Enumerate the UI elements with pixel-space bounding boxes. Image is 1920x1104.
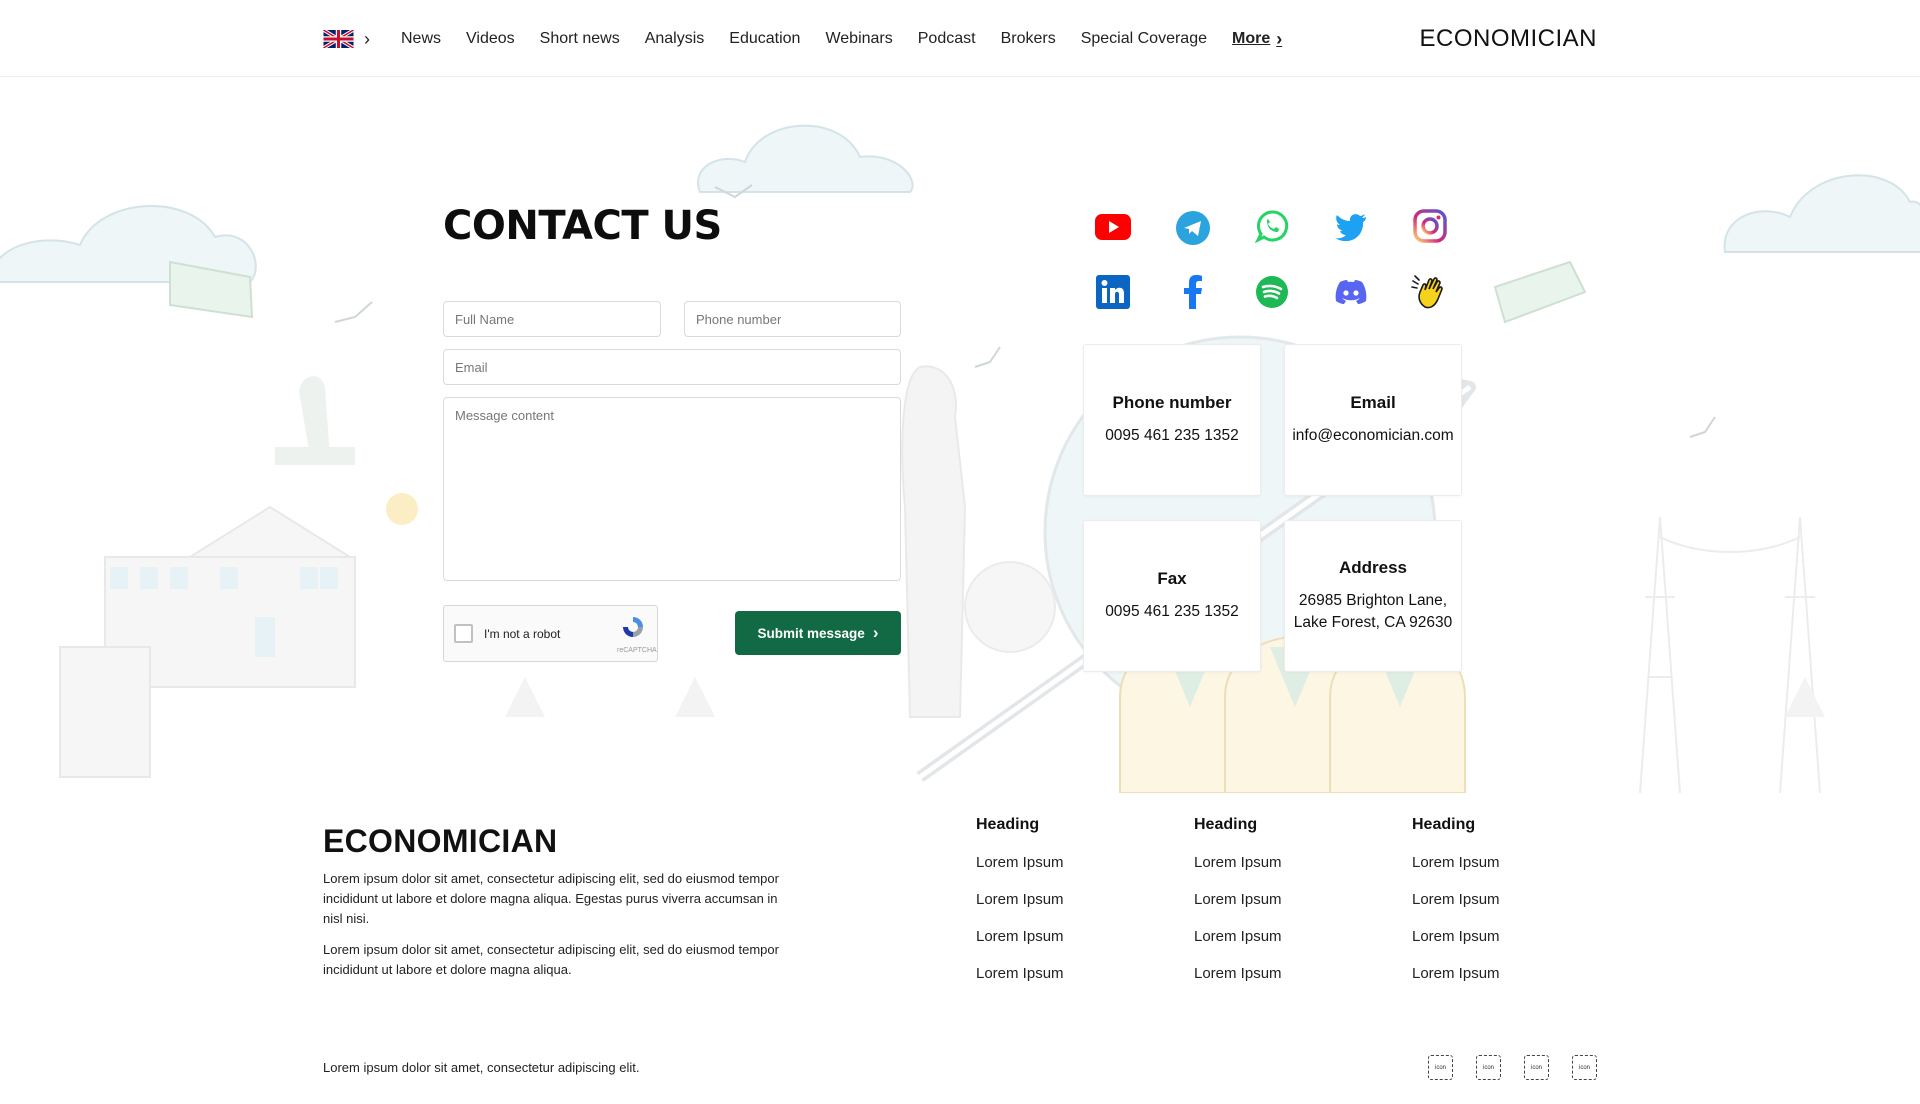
nav-more-label: More bbox=[1231, 29, 1271, 47]
chevron-right-icon: › bbox=[1276, 28, 1283, 49]
fax-card: Fax 0095 461 235 1352 bbox=[1083, 520, 1261, 672]
email-input[interactable]: Email bbox=[443, 349, 901, 385]
footer-copyright: Lorem ipsum dolor sit amet, consectetur … bbox=[323, 1060, 640, 1075]
nav-special-coverage[interactable]: Special Coverage bbox=[1081, 30, 1207, 48]
footer-column-2: Heading Lorem Ipsum Lorem Ipsum Lorem Ip… bbox=[1194, 816, 1374, 1002]
nav-short-news[interactable]: Short news bbox=[540, 30, 620, 48]
footer-link[interactable]: Lorem Ipsum bbox=[1412, 891, 1592, 928]
chevron-right-icon: › bbox=[872, 623, 879, 642]
page-title: CONTACT US bbox=[443, 203, 722, 249]
youtube-icon[interactable] bbox=[1093, 207, 1133, 247]
footer-link[interactable]: Lorem Ipsum bbox=[1194, 891, 1374, 928]
footer-column-heading: Heading bbox=[1412, 816, 1476, 833]
linkedin-icon[interactable] bbox=[1093, 272, 1133, 312]
footer-link[interactable]: Lorem Ipsum bbox=[976, 928, 1156, 965]
footer-link[interactable]: Lorem Ipsum bbox=[976, 854, 1156, 891]
site-footer: ECONOMICIAN Lorem ipsum dolor sit amet, … bbox=[0, 793, 1920, 1104]
nav-webinars[interactable]: Webinars bbox=[825, 30, 892, 48]
nav-videos[interactable]: Videos bbox=[466, 30, 515, 48]
footer-link[interactable]: Lorem Ipsum bbox=[1194, 854, 1374, 891]
nav-brokers[interactable]: Brokers bbox=[1001, 30, 1056, 48]
twitter-icon[interactable] bbox=[1331, 207, 1371, 247]
footer-logo[interactable]: ECONOMICIAN bbox=[323, 823, 557, 860]
facebook-icon[interactable] bbox=[1173, 272, 1213, 312]
nav-news[interactable]: News bbox=[401, 30, 441, 48]
footer-paragraph-1: Lorem ipsum dolor sit amet, consectetur … bbox=[323, 871, 779, 926]
address-card-title: Address bbox=[1338, 558, 1408, 577]
footer-link[interactable]: Lorem Ipsum bbox=[976, 965, 1156, 1002]
footer-icon-group: icon icon icon icon bbox=[1428, 1055, 1597, 1080]
email-card: Email info@economician.com bbox=[1284, 344, 1462, 496]
footer-paragraph-2: Lorem ipsum dolor sit amet, consectetur … bbox=[323, 942, 779, 977]
header-inner: › News Videos Short news Analysis Educat… bbox=[323, 0, 1597, 77]
footer-link[interactable]: Lorem Ipsum bbox=[1194, 965, 1374, 1002]
footer-column-heading: Heading bbox=[976, 816, 1040, 833]
address-card: Address 26985 Brighton Lane, Lake Forest… bbox=[1284, 520, 1462, 672]
language-selector[interactable]: › bbox=[323, 28, 370, 49]
chevron-right-icon: › bbox=[364, 28, 370, 49]
nav-education[interactable]: Education bbox=[729, 30, 800, 48]
whatsapp-icon[interactable] bbox=[1252, 206, 1292, 246]
phone-card-title: Phone number bbox=[1112, 393, 1232, 412]
footer-column-3: Heading Lorem Ipsum Lorem Ipsum Lorem Ip… bbox=[1412, 816, 1592, 1002]
phone-card: Phone number 0095 461 235 1352 bbox=[1083, 344, 1261, 496]
recaptcha-widget: I'm not a robot reCAPTCHA bbox=[443, 605, 658, 662]
footer-column-1: Heading Lorem Ipsum Lorem Ipsum Lorem Ip… bbox=[976, 816, 1156, 1002]
uk-flag-icon bbox=[323, 29, 354, 48]
spotify-icon[interactable] bbox=[1252, 272, 1292, 312]
fax-card-value: 0095 461 235 1352 bbox=[1105, 603, 1239, 620]
recaptcha-logo: reCAPTCHA bbox=[617, 614, 657, 654]
nav-analysis[interactable]: Analysis bbox=[645, 30, 705, 48]
submit-message-button[interactable]: Submit message › bbox=[735, 611, 901, 655]
footer-link[interactable]: Lorem Ipsum bbox=[1412, 965, 1592, 1002]
placeholder-icon[interactable]: icon bbox=[1476, 1055, 1501, 1080]
submit-label: Submit message bbox=[757, 625, 865, 641]
footer-link[interactable]: Lorem Ipsum bbox=[1412, 854, 1592, 891]
telegram-icon[interactable] bbox=[1173, 208, 1213, 248]
background-illustration bbox=[0, 124, 1920, 793]
site-header: › News Videos Short news Analysis Educat… bbox=[0, 0, 1920, 77]
header-logo[interactable]: ECONOMICIAN bbox=[1419, 25, 1597, 53]
nav-more[interactable]: More › bbox=[1232, 30, 1282, 48]
footer-column-heading: Heading bbox=[1194, 816, 1258, 833]
full-name-input[interactable]: Full Name bbox=[443, 301, 661, 337]
email-card-value[interactable]: info@economician.com bbox=[1292, 425, 1453, 447]
main-nav: News Videos Short news Analysis Educatio… bbox=[401, 30, 1282, 48]
fax-card-title: Fax bbox=[1157, 569, 1187, 588]
placeholder-icon[interactable]: icon bbox=[1572, 1055, 1597, 1080]
footer-link[interactable]: Lorem Ipsum bbox=[1194, 928, 1374, 965]
address-line-2: Lake Forest, CA 92630 bbox=[1293, 614, 1453, 631]
message-textarea[interactable]: Message content bbox=[443, 397, 901, 581]
instagram-icon[interactable] bbox=[1410, 206, 1450, 246]
footer-link[interactable]: Lorem Ipsum bbox=[976, 891, 1156, 928]
placeholder-icon[interactable]: icon bbox=[1428, 1055, 1453, 1080]
address-line-1: 26985 Brighton Lane, bbox=[1298, 592, 1448, 609]
clubhouse-icon[interactable] bbox=[1410, 272, 1450, 312]
nav-podcast[interactable]: Podcast bbox=[918, 30, 976, 48]
phone-card-value[interactable]: 0095 461 235 1352 bbox=[1105, 425, 1239, 447]
footer-link[interactable]: Lorem Ipsum bbox=[1412, 928, 1592, 965]
discord-icon[interactable] bbox=[1331, 272, 1371, 312]
placeholder-icon[interactable]: icon bbox=[1524, 1055, 1549, 1080]
recaptcha-icon bbox=[623, 617, 643, 637]
contact-section: CONTACT US Full Name Phone number Email … bbox=[0, 77, 1920, 793]
recaptcha-brand: reCAPTCHA bbox=[617, 647, 657, 654]
recaptcha-checkbox[interactable] bbox=[454, 624, 473, 643]
email-card-title: Email bbox=[1350, 393, 1396, 412]
phone-number-input[interactable]: Phone number bbox=[684, 301, 901, 337]
recaptcha-label: I'm not a robot bbox=[484, 626, 561, 641]
